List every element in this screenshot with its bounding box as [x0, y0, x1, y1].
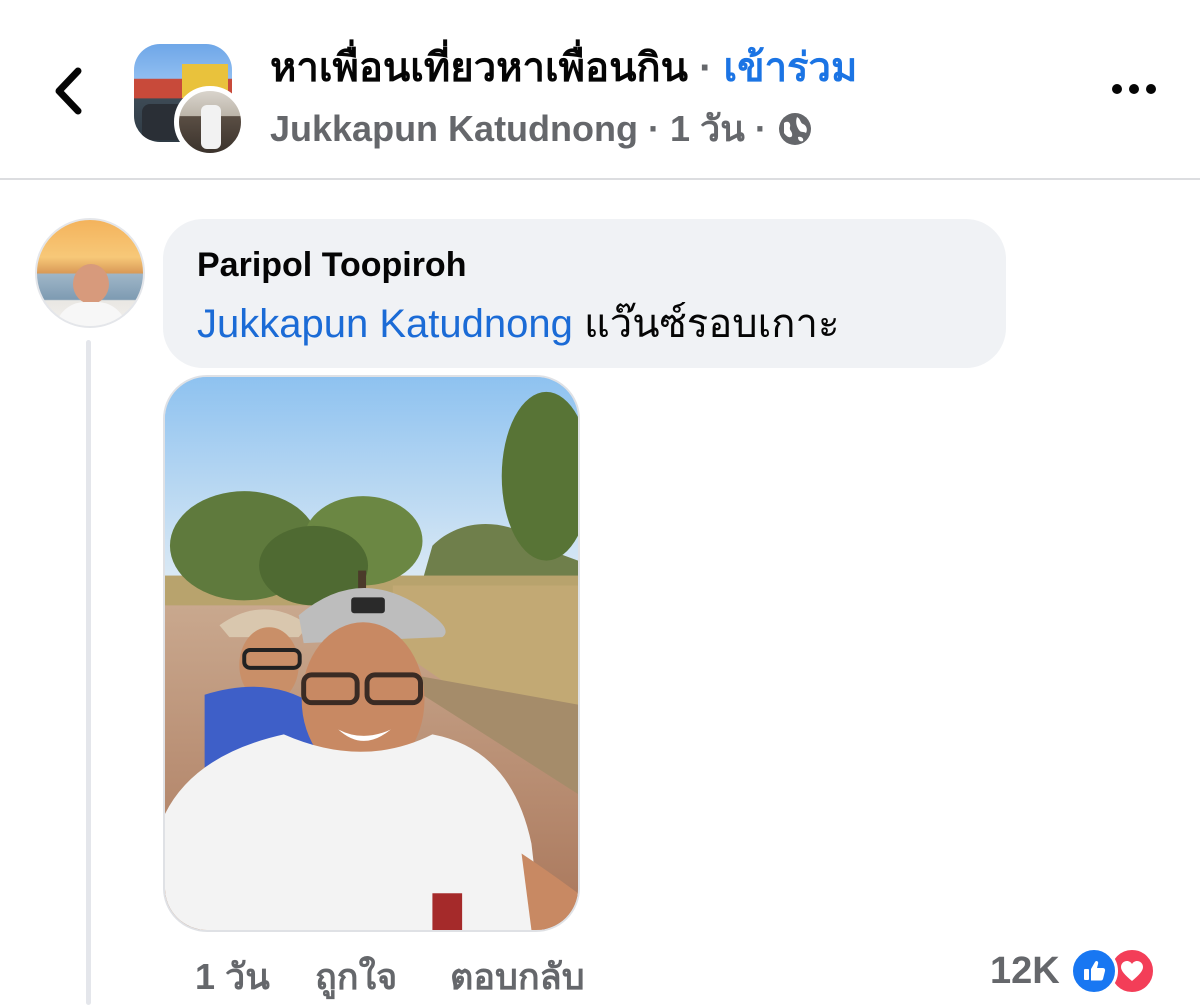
header-divider [0, 178, 1200, 180]
comment-time[interactable]: 1 วัน [195, 948, 270, 1005]
comment-author[interactable]: Paripol Toopiroh [197, 243, 466, 287]
more-dot [1146, 84, 1156, 94]
group-avatar[interactable] [134, 44, 246, 158]
mention-link[interactable]: Jukkapun Katudnong [197, 302, 573, 346]
reaction-summary[interactable]: 12K [990, 945, 1160, 997]
commenter-avatar[interactable] [35, 218, 145, 328]
photo-content [165, 377, 578, 930]
separator-dot: · [699, 46, 713, 90]
join-group-button[interactable]: เข้าร่วม [724, 46, 858, 90]
separator-dot: · [754, 108, 767, 149]
more-dot [1112, 84, 1122, 94]
comment-bubble[interactable]: Paripol Toopiroh Jukkapun Katudnong แว๊น… [163, 219, 1006, 368]
globe-icon [778, 113, 811, 145]
post-meta: Jukkapun Katudnong · 1 วัน · [270, 105, 813, 153]
like-button[interactable]: ถูกใจ [315, 948, 397, 1005]
comment-body: แว๊นซ์รอบเกาะ [583, 302, 840, 346]
group-name-link[interactable]: หาเพื่อนเที่ยวหาเพื่อนกิน [270, 46, 688, 90]
like-icon [1069, 947, 1118, 995]
reaction-icons [1069, 947, 1160, 995]
poster-name[interactable]: Jukkapun Katudnong [270, 105, 638, 153]
post-time[interactable]: 1 วัน [670, 105, 745, 153]
chevron-left-icon [55, 67, 82, 115]
more-dot [1129, 84, 1139, 94]
comment-photo[interactable] [163, 375, 580, 932]
comment-text: Jukkapun Katudnong แว๊นซ์รอบเกาะ [197, 299, 839, 349]
reaction-count: 12K [990, 949, 1060, 992]
more-options-button[interactable] [1108, 72, 1160, 106]
group-title: หาเพื่อนเที่ยวหาเพื่อนกิน · เข้าร่วม [270, 42, 857, 94]
reply-thread-line [86, 340, 91, 1005]
reply-button[interactable]: ตอบกลับ [450, 948, 585, 1005]
separator-dot: · [648, 108, 660, 149]
post-header: หาเพื่อนเที่ยวหาเพื่อนกิน · เข้าร่วม Juk… [0, 0, 1200, 178]
back-button[interactable] [40, 56, 96, 126]
poster-avatar[interactable] [174, 86, 246, 158]
